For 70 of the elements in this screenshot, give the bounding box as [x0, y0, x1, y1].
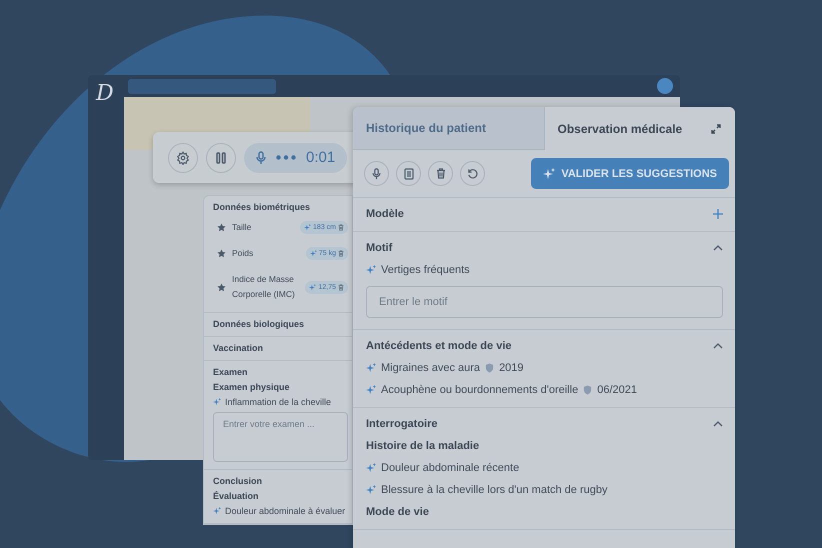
pause-icon	[216, 152, 226, 164]
settings-icon	[176, 150, 190, 164]
trash-icon	[338, 284, 344, 290]
section-title: Conclusion	[213, 476, 263, 486]
sparkle-icon	[366, 463, 376, 473]
delete-button[interactable]	[428, 161, 453, 186]
suggestion-text: Blessure à la cheville lors d'un match de rugby	[381, 484, 608, 496]
section-title: Interrogatoire	[366, 418, 438, 430]
subsection-title: Histoire de la maladie	[366, 440, 480, 452]
logo: D	[94, 80, 115, 108]
dots-icon	[276, 155, 296, 160]
subsection-title: Évaluation	[213, 491, 260, 501]
reason-field[interactable]: Entrer le motif	[366, 286, 723, 318]
undo-button[interactable]	[460, 161, 485, 186]
star-icon	[217, 249, 226, 258]
sparkle-icon	[310, 250, 317, 257]
document-icon	[404, 168, 414, 180]
shield-icon	[583, 385, 592, 395]
suggestion-text: Douleur abdominale à évaluer	[225, 506, 346, 516]
suggestion-text: Inflammation de la cheville	[225, 397, 332, 407]
microphone-icon	[372, 168, 381, 180]
star-icon	[217, 223, 226, 232]
subsection-title: Examen physique	[213, 382, 291, 392]
section-title: Données biométriques	[213, 202, 312, 212]
measure-label: Indice de Masse Corporelle (IMC)	[232, 273, 296, 301]
chevron-up-icon[interactable]	[713, 421, 723, 427]
sparkle-icon	[543, 168, 556, 180]
timer: 0:01	[306, 149, 336, 166]
sparkle-icon	[213, 398, 221, 406]
pause-button[interactable]	[206, 142, 236, 172]
tab[interactable]: Historique du patient	[353, 107, 544, 150]
section-title: Antécédents et mode de vie	[366, 340, 512, 352]
section-title: Motif	[366, 242, 392, 254]
plus-icon[interactable]	[713, 209, 723, 219]
suggestion-text: Acouphène ou bourdonnements d'oreille	[381, 384, 578, 396]
document-button[interactable]	[396, 161, 421, 186]
subsection-title: Mode de vie	[366, 506, 430, 518]
settings-button[interactable]	[168, 142, 198, 172]
trash-icon	[436, 168, 446, 179]
measure-label: Poids	[232, 247, 254, 260]
section-title: Examen	[213, 367, 249, 377]
section-title[interactable]: Vaccination	[213, 343, 348, 353]
suggestion-text: Vertiges fréquents	[381, 264, 470, 276]
chevron-up-icon[interactable]	[713, 245, 723, 251]
section-title: Modèle	[366, 208, 404, 220]
sparkle-icon	[366, 363, 376, 373]
sparkle-icon	[304, 224, 312, 231]
exam-field[interactable]: Entrer votre examen ...	[213, 412, 348, 462]
sparkle-icon	[366, 485, 376, 495]
expand-icon[interactable]	[711, 124, 721, 134]
microphone-icon	[256, 150, 266, 164]
microphone-button[interactable]	[364, 161, 389, 186]
undo-icon	[467, 168, 478, 179]
trash-icon	[338, 250, 344, 257]
suggestion-text: Douleur abdominale récente	[381, 462, 520, 474]
shield-icon	[485, 363, 494, 373]
trash-icon	[338, 224, 344, 231]
validate-button[interactable]: VALIDER LES SUGGESTIONS	[531, 158, 729, 189]
suggestion-text: Migraines avec aura	[381, 362, 480, 374]
measure-label: Taille	[232, 221, 252, 234]
date-text: 06/2021	[597, 384, 637, 396]
tab[interactable]: Observation médicale	[544, 107, 735, 150]
sparkle-icon	[366, 265, 376, 275]
sparkle-icon	[309, 284, 316, 290]
date-text: 2019	[499, 362, 524, 374]
sparkle-icon	[213, 507, 221, 515]
chevron-up-icon[interactable]	[713, 343, 723, 349]
star-icon	[217, 282, 226, 292]
section-title[interactable]: Données biologiques	[213, 319, 348, 329]
sparkle-icon	[366, 385, 376, 395]
